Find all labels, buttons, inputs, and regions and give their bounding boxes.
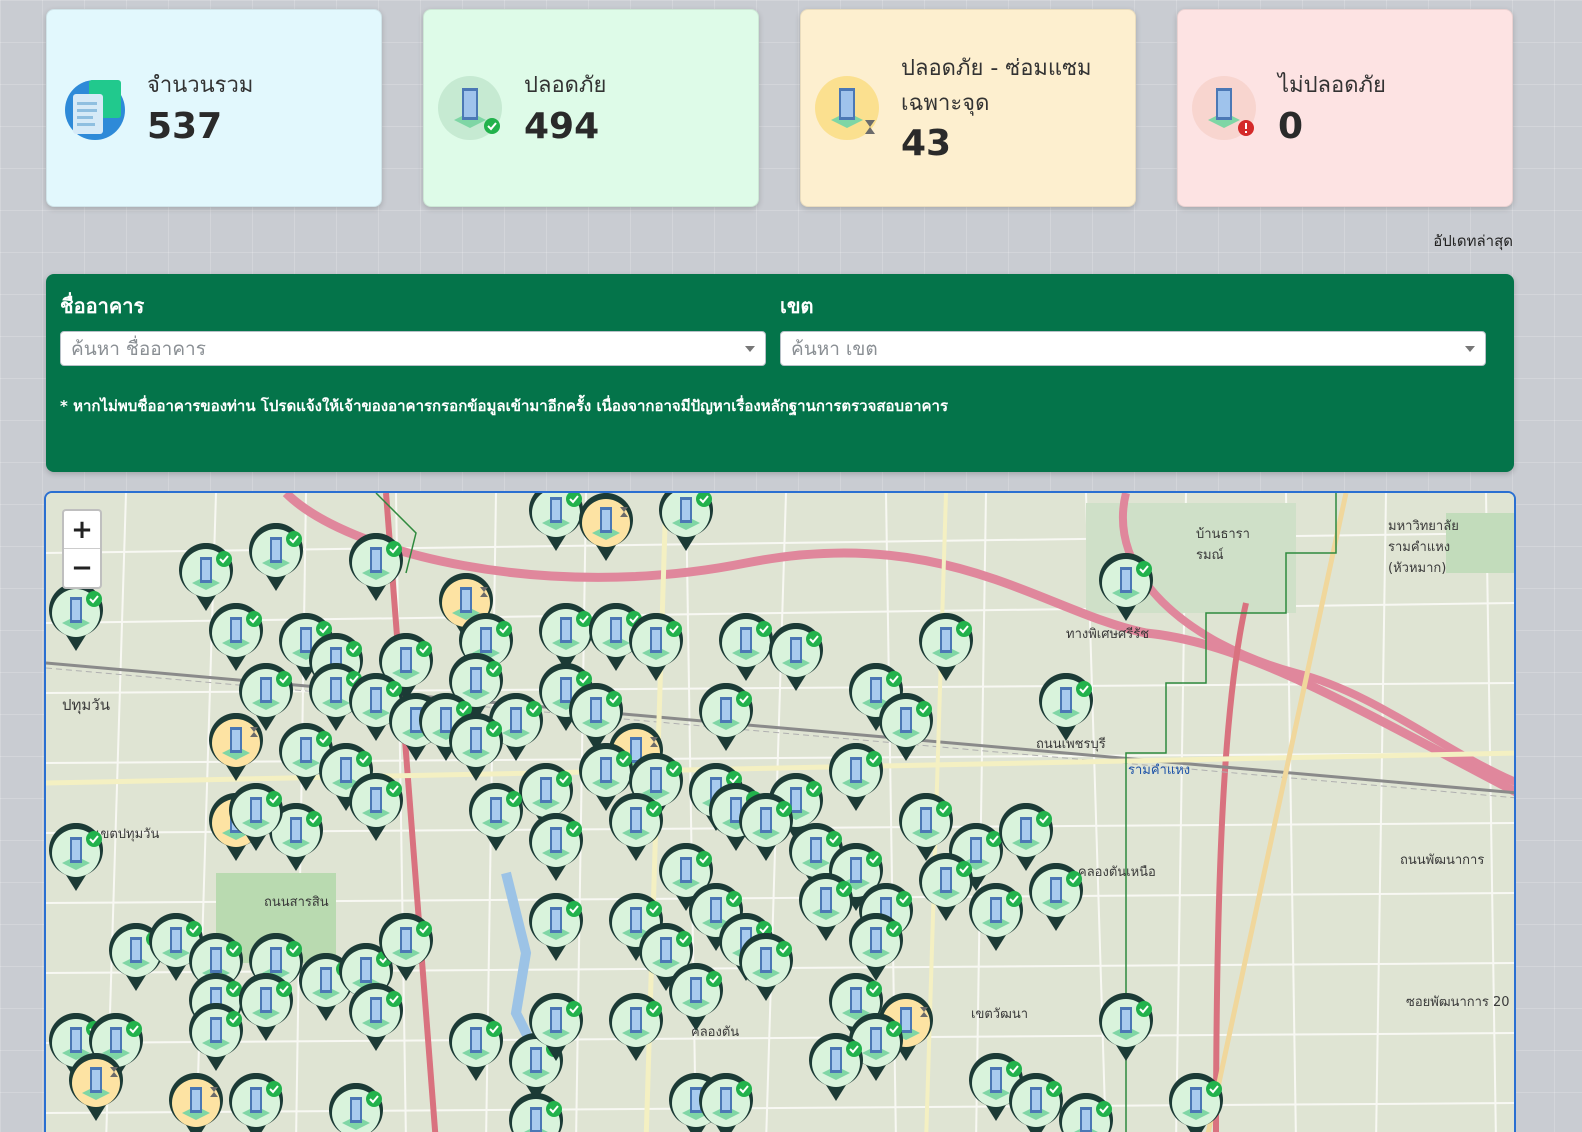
stat-label: ปลอดภัย [524,73,607,99]
building-marker[interactable] [1166,1073,1226,1132]
building-marker[interactable] [46,582,106,653]
stat-label: จำนวนรวม [147,73,254,99]
filter-panel: ชื่ออาคาร ค้นหา ชื่ออาคาร เขต ค้นหา เขต … [46,274,1514,472]
building-marker[interactable] [526,812,586,883]
building-name-label: ชื่ออาคาร [60,294,145,318]
building-marker[interactable] [226,782,286,853]
map-label: ถนนสารสิน [264,895,329,910]
map-label: ซอยพัฒนาการ 20 [1406,995,1510,1010]
stat-card-unsafe: ไม่ปลอดภัย 0 [1177,9,1513,207]
district-label: เขต [780,294,814,318]
building-marker[interactable] [246,522,306,593]
building-marker[interactable] [826,742,886,813]
building-marker[interactable] [1096,552,1156,623]
building-marker[interactable] [206,712,266,783]
building-marker[interactable] [326,1083,386,1132]
building-name-select[interactable]: ค้นหา ชื่ออาคาร [60,331,766,366]
building-marker[interactable] [376,912,436,983]
building-marker[interactable] [186,1002,246,1073]
building-marker[interactable] [1096,992,1156,1063]
building-marker[interactable] [606,992,666,1063]
map-label: ถนนพัฒนาการ [1400,853,1485,868]
stat-value: 494 [524,105,600,147]
map[interactable]: ปทุมวัน เขตปทุมวัน คลองตัน คลองตันเหนือ … [44,491,1516,1132]
building-marker[interactable] [346,532,406,603]
zoom-in-button[interactable]: + [64,511,100,549]
building-marker[interactable] [766,622,826,693]
building-marker[interactable] [66,1052,126,1123]
building-marker[interactable] [666,962,726,1033]
building-marker[interactable] [526,892,586,963]
document-icon [61,74,129,142]
stat-card-safe: ปลอดภัย 494 [423,9,759,207]
building-unsafe-icon [1192,74,1260,142]
district-placeholder: ค้นหา เขต [791,337,878,360]
building-marker[interactable] [656,493,716,553]
building-marker[interactable] [346,772,406,843]
building-marker[interactable] [806,1032,866,1103]
stat-label: ไม่ปลอดภัย [1278,73,1386,99]
stat-card-total: จำนวนรวม 537 [46,9,382,207]
building-marker[interactable] [1036,672,1096,743]
building-marker[interactable] [1026,862,1086,933]
building-marker[interactable] [346,982,406,1053]
map-label: คลองตันเหนือ [1078,865,1156,880]
stat-value: 0 [1278,105,1304,147]
zoom-out-button[interactable]: − [64,549,100,587]
building-marker[interactable] [466,782,526,853]
stat-label: ปลอดภัย - ซ่อมแซมเฉพาะจุด [901,56,1092,116]
building-marker[interactable] [446,1012,506,1083]
building-safe-icon [438,74,506,142]
building-marker[interactable] [446,712,506,783]
building-marker[interactable] [166,1073,226,1132]
building-marker[interactable] [576,493,636,563]
map-label: ทางพิเศษศรีรัช [1066,627,1150,642]
building-marker[interactable] [736,932,796,1003]
chevron-down-icon [745,345,755,352]
building-marker[interactable] [526,992,586,1063]
map-label: มหาวิทยาลัย รามคำแหง (หัวหมาก) [1388,519,1459,576]
building-marker[interactable] [626,612,686,683]
building-marker[interactable] [226,1073,286,1132]
map-label: ปทุมวัน [62,696,110,714]
building-marker[interactable] [696,682,756,753]
district-select[interactable]: ค้นหา เขต [780,331,1486,366]
building-name-placeholder: ค้นหา ชื่ออาคาร [71,337,206,360]
map-label: รามคำแหง [1128,763,1191,778]
stat-value: 537 [147,105,223,147]
building-marker[interactable] [966,882,1026,953]
stat-card-repair: ปลอดภัย - ซ่อมแซมเฉพาะจุด 43 [800,9,1136,207]
filter-note: * หากไม่พบชื่ออาคารของท่าน โปรดแจ้งให้เจ… [60,397,949,415]
stat-value: 43 [901,122,952,164]
building-marker[interactable] [46,822,106,893]
chevron-down-icon [1465,345,1475,352]
building-repair-icon [815,74,883,142]
building-marker[interactable] [696,1073,756,1132]
building-marker[interactable] [1056,1093,1116,1132]
zoom-control: + − [62,509,102,589]
map-label: บ้านธารา รมณ์ [1196,527,1250,563]
building-marker[interactable] [916,612,976,683]
map-label: เขตวัฒนา [971,1007,1029,1022]
last-updated-label: อัปเดทล่าสุด [1433,232,1513,250]
building-marker[interactable] [506,1093,566,1132]
